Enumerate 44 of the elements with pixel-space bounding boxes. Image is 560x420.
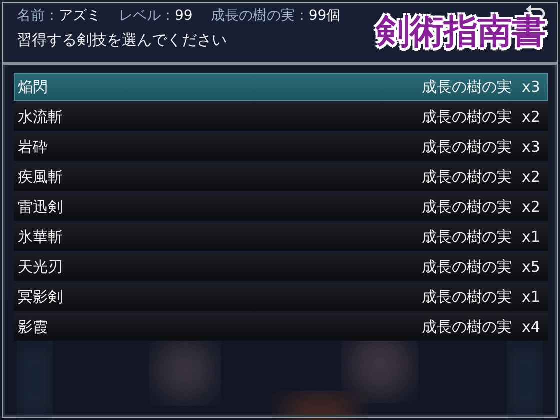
skill-quantity: x1 xyxy=(522,228,542,246)
skill-cost: 成長の樹の実 xyxy=(422,258,512,276)
skill-name: 天光刃 xyxy=(18,258,64,276)
skill-cost: 成長の樹の実 xyxy=(422,108,512,126)
skill-cost: 成長の樹の実 xyxy=(422,138,512,156)
title-text: 剣術指南書 xyxy=(374,14,547,52)
name-label: 名前： xyxy=(17,7,59,25)
prompt-text: 習得する剣技を選んでください xyxy=(17,31,227,50)
skill-row[interactable]: 焔閃 成長の樹の実 x3 xyxy=(14,73,548,101)
skill-row[interactable]: 天光刃 成長の樹の実 x5 xyxy=(14,253,548,281)
skill-row[interactable]: 雷迅剣 成長の樹の実 x2 xyxy=(14,193,548,221)
skill-row[interactable]: 水流斬 成長の樹の実 x2 xyxy=(14,103,548,131)
level-value: 99 xyxy=(175,8,193,24)
skill-name: 水流斬 xyxy=(18,108,64,126)
level-label: レベル： xyxy=(119,7,175,25)
skill-row[interactable]: 疾風斬 成長の樹の実 x2 xyxy=(14,163,548,191)
skill-cost: 成長の樹の実 xyxy=(422,78,512,96)
skill-name: 冥影剣 xyxy=(18,288,64,306)
skill-row[interactable]: 影霞 成長の樹の実 x4 xyxy=(14,313,548,341)
skill-name: 影霞 xyxy=(18,318,49,336)
skill-quantity: x3 xyxy=(522,138,542,156)
skill-name: 焔閃 xyxy=(18,78,49,96)
skill-cost: 成長の樹の実 xyxy=(422,288,512,306)
character-name: アズミ xyxy=(59,7,101,25)
skill-quantity: x1 xyxy=(522,288,542,306)
skill-quantity: x4 xyxy=(522,318,542,336)
skill-row[interactable]: 岩砕 成長の樹の実 x3 xyxy=(14,133,548,161)
skill-row[interactable]: 氷華斬 成長の樹の実 x1 xyxy=(14,223,548,251)
skill-quantity: x5 xyxy=(522,258,542,276)
skill-cost: 成長の樹の実 xyxy=(422,198,512,216)
skill-quantity: x2 xyxy=(522,108,542,126)
skill-quantity: x2 xyxy=(522,198,542,216)
skill-cost: 成長の樹の実 xyxy=(422,228,512,246)
item-count: 99個 xyxy=(308,7,341,25)
skill-quantity: x2 xyxy=(522,168,542,186)
skill-row[interactable]: 冥影剣 成長の樹の実 x1 xyxy=(14,283,548,311)
skill-cost: 成長の樹の実 xyxy=(422,168,512,186)
skill-cost: 成長の樹の実 xyxy=(422,318,512,336)
skill-name: 疾風斬 xyxy=(18,168,64,186)
skill-quantity: x3 xyxy=(522,78,542,96)
skill-name: 雷迅剣 xyxy=(18,198,64,216)
skill-name: 岩砕 xyxy=(18,138,49,156)
item-label: 成長の樹の実： xyxy=(210,7,309,25)
skill-name: 氷華斬 xyxy=(18,228,64,246)
